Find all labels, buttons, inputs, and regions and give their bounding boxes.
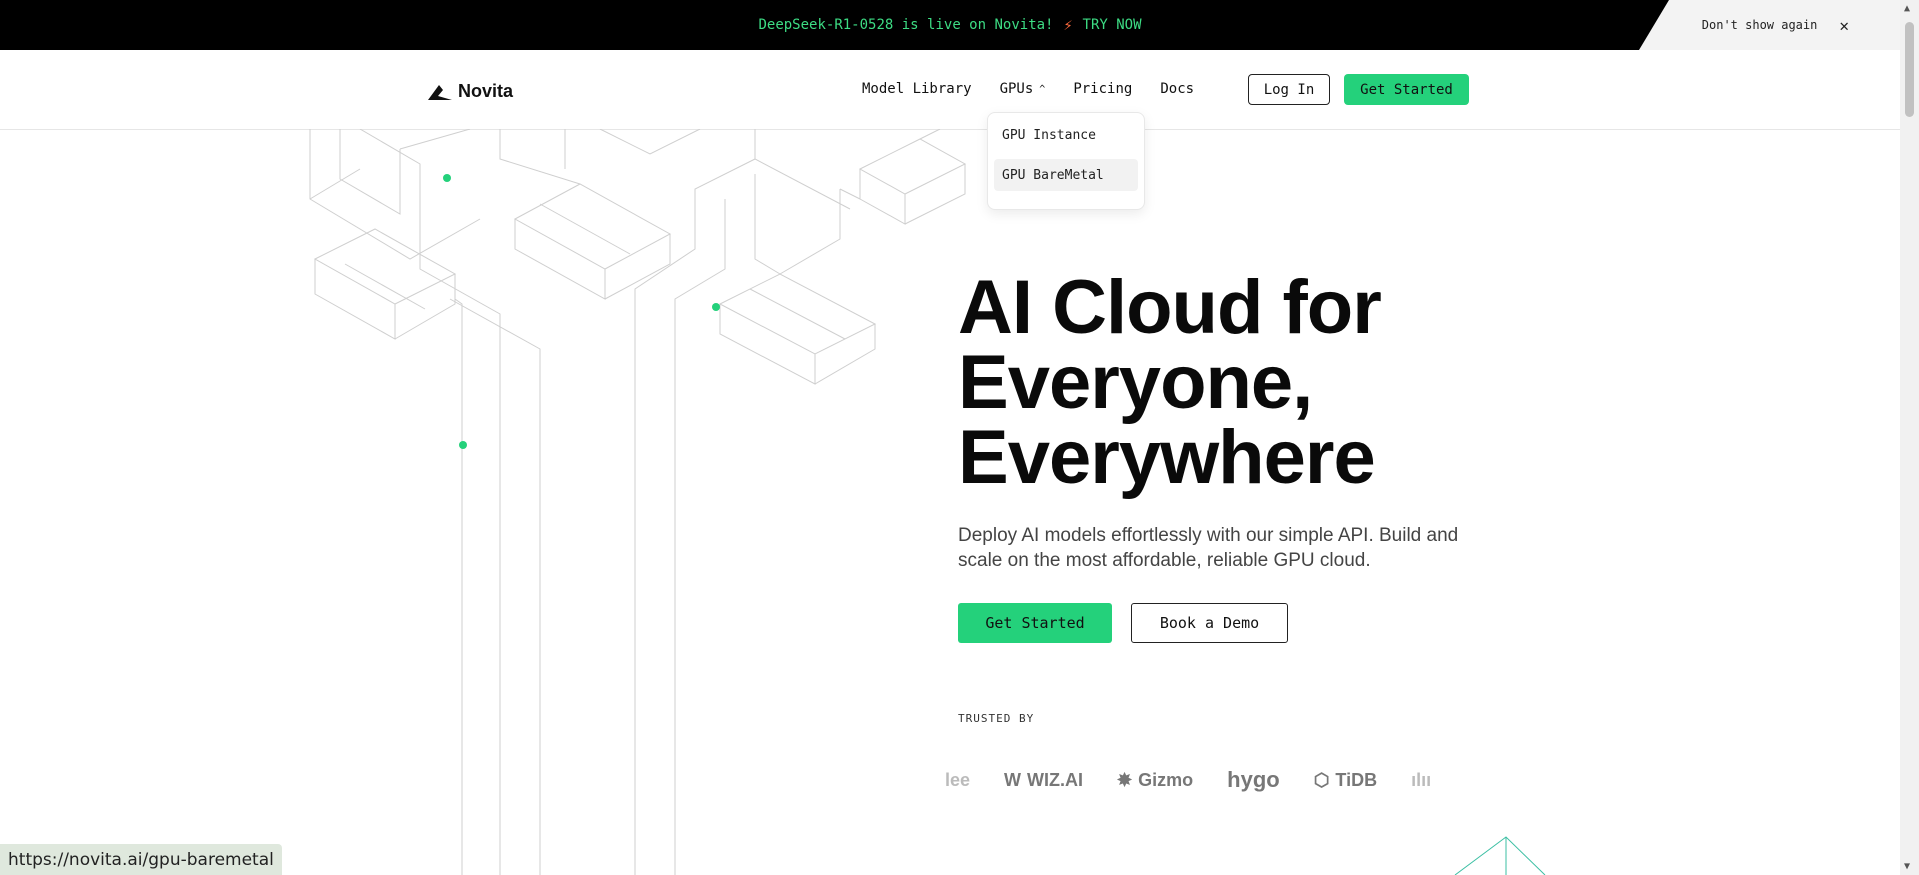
scrollbar-thumb[interactable] [1905,22,1914,117]
header-nav: Novita Model Library GPUs ^ Pricing Docs… [0,50,1900,130]
logo[interactable]: Novita [428,81,513,102]
hero-subtitle: Deploy AI models effortlessly with our s… [958,525,1459,571]
chevron-up-icon: ^ [1039,83,1046,95]
hero-title-line-3: Everywhere [958,415,1376,500]
dropdown-item-gpu-instance[interactable]: GPU Instance [994,119,1138,151]
main-menu: Model Library GPUs ^ Pricing Docs [862,81,1194,97]
wizai-logo-text: WIZ.AI [1027,769,1084,790]
dismiss-panel: Don't show again ✕ [1639,0,1919,50]
scroll-down-icon[interactable]: ▼ [1904,861,1910,872]
hero-line-art [309,129,967,875]
nav-item-pricing[interactable]: Pricing [1073,81,1132,97]
bolt-icon: ⚡ [1063,16,1073,34]
gizmo-mark-icon: ✸ [1117,769,1133,790]
get-started-button[interactable]: Get Started [958,603,1112,643]
nav-item-model-library[interactable]: Model Library [862,81,972,97]
dont-show-again-button[interactable]: Don't show again [1702,18,1818,32]
logo-partial-audio-icon: ılıı [1411,769,1432,790]
hero-title-line-2: Everyone, [958,340,1313,425]
logo-gizmo: ✸ Gizmo [1117,770,1193,791]
hero-title-line-1: AI Cloud for [958,265,1382,350]
announcement-bar: DeepSeek-R1-0528 is live on Novita! ⚡ TR… [0,0,1900,50]
try-now-link[interactable]: TRY NOW [1083,17,1142,33]
logo-partial: lee [945,769,971,790]
dropdown-item-gpu-baremetal[interactable]: GPU BareMetal [994,159,1138,191]
logo-hygo: hygo [1227,767,1280,792]
nav-item-gpus[interactable]: GPUs ^ [1000,81,1046,97]
page-scrollbar[interactable]: ▲ ▼ [1900,0,1919,875]
logo-text: Novita [458,81,514,101]
bottom-decoration [1454,836,1546,875]
link-status-bar: https://novita.ai/gpu-baremetal [0,844,282,875]
logo-wizai: W WIZ.AI [1004,770,1083,791]
trusted-logos-row: lee W WIZ.AI ✸ Gizmo hygo ⬡ TiDB ılıı [945,760,1530,800]
scroll-up-icon[interactable]: ▲ [1904,3,1910,14]
hero-title: AI Cloud for Everyone, Everywhere [958,265,1558,500]
novita-logo-icon [428,84,452,100]
close-icon[interactable]: ✕ [1839,16,1849,35]
wizai-mark-icon: W [1004,769,1022,790]
book-demo-button[interactable]: Book a Demo [1131,603,1288,643]
get-started-nav-button[interactable]: Get Started [1344,74,1469,105]
trusted-by-label: TRUSTED BY [958,712,1035,725]
nav-item-gpus-label: GPUs [999,81,1034,97]
announcement-text: DeepSeek-R1-0528 is live on Novita! [758,17,1054,33]
logo-tidb: ⬡ TiDB [1314,770,1377,791]
gizmo-logo-text: Gizmo [1138,769,1194,790]
gpus-dropdown: GPU Instance GPU BareMetal [987,112,1145,210]
tidb-logo-text: TiDB [1335,769,1378,790]
login-button[interactable]: Log In [1248,74,1330,105]
announcement-message[interactable]: DeepSeek-R1-0528 is live on Novita! ⚡ TR… [0,0,1900,50]
tidb-mark-icon: ⬡ [1313,769,1330,790]
nav-item-docs[interactable]: Docs [1160,81,1194,97]
